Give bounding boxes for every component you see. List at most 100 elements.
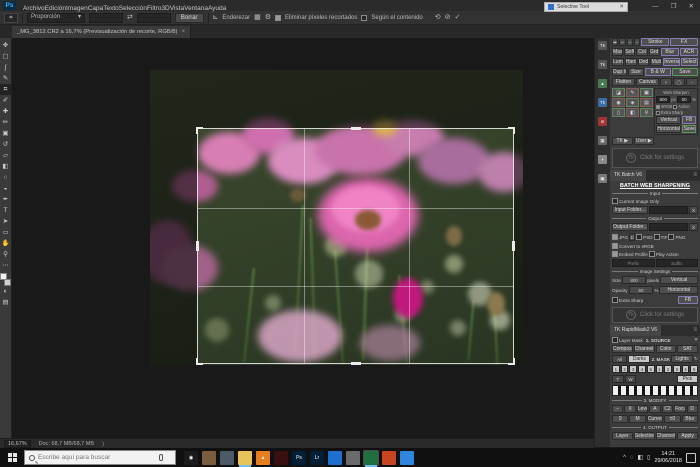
- mask-level-key[interactable]: 2: [621, 365, 629, 373]
- modify-button[interactable]: M: [629, 415, 645, 423]
- pen-tool[interactable]: ✒: [0, 194, 11, 205]
- darks-button[interactable]: Darks: [628, 355, 650, 363]
- commit-crop-icon[interactable]: ✓: [455, 13, 461, 23]
- mask-level-key[interactable]: 5: [690, 365, 698, 373]
- crop-handle-top[interactable]: [351, 127, 361, 130]
- mask-level-key[interactable]: 1: [612, 365, 620, 373]
- play-action-checkbox[interactable]: [649, 251, 655, 257]
- modify-button[interactable]: Focus: [674, 405, 685, 413]
- combo-action-button[interactable]: Mask: [612, 48, 623, 56]
- healing-brush-tool[interactable]: ✚: [0, 106, 11, 117]
- menu-item[interactable]: Selección: [119, 5, 147, 12]
- crop-tool-preset-icon[interactable]: ⌗: [4, 13, 18, 23]
- prefix-field[interactable]: Prefix: [612, 259, 655, 267]
- color-swatches[interactable]: [0, 273, 11, 286]
- delete-cropped-pixels-checkbox[interactable]: [275, 15, 281, 21]
- mask-output-button[interactable]: Apply: [677, 432, 698, 440]
- batch-vertical-button[interactable]: Vertical: [660, 276, 698, 284]
- srgb-checkbox[interactable]: [656, 105, 660, 109]
- batch-horizontal-button[interactable]: Horizontal: [659, 286, 698, 294]
- lasso-tool[interactable]: ʃ: [0, 62, 11, 73]
- blur-button[interactable]: Blur: [661, 48, 679, 56]
- zoom-tool[interactable]: ⚲: [0, 249, 11, 260]
- combo-action-button[interactable]: Grd: [649, 48, 660, 56]
- input-clear-button[interactable]: X: [689, 206, 698, 214]
- modify-button[interactable]: D: [687, 405, 698, 413]
- opacity-field[interactable]: 50: [629, 286, 654, 294]
- menu-item[interactable]: Archivo: [23, 5, 45, 12]
- move-tool[interactable]: ✥: [0, 40, 11, 51]
- tk-menu-button[interactable]: TK ▶: [612, 137, 633, 145]
- brush-tool[interactable]: ✏: [0, 117, 11, 128]
- input-folder-button[interactable]: Input Folder...: [612, 206, 648, 214]
- menu-item[interactable]: Imagen: [66, 5, 88, 12]
- tk-panel-icon-3[interactable]: Tk: [598, 98, 607, 107]
- taskbar-clock[interactable]: 14:21 29/06/2018: [654, 451, 682, 464]
- suffix-field[interactable]: Suffix: [656, 259, 699, 267]
- vignette-button[interactable]: +: [660, 78, 672, 86]
- combo-action-button[interactable]: Mult: [650, 58, 662, 66]
- close-button[interactable]: ✕: [688, 2, 693, 10]
- layer-action-icon[interactable]: ✎: [626, 88, 639, 97]
- current-image-only-checkbox[interactable]: [612, 198, 618, 204]
- gear-icon[interactable]: ⚙: [265, 13, 271, 23]
- panel-menu-icon[interactable]: ≡: [693, 170, 700, 181]
- layer-action-icon[interactable]: ◈: [626, 98, 639, 107]
- tab-tk-rapidmask[interactable]: TK RapidMask2 V6: [610, 325, 661, 336]
- menu-item[interactable]: Capa: [88, 5, 104, 12]
- screen-mode[interactable]: ▤: [0, 297, 11, 308]
- batch-fb-button[interactable]: FB: [678, 296, 698, 304]
- action-checkbox[interactable]: [673, 105, 677, 109]
- crop-handle-bottom-right[interactable]: [508, 358, 515, 365]
- refresh-icon[interactable]: ↻: [694, 356, 698, 362]
- mask-level-key[interactable]: 3: [673, 365, 681, 373]
- layer-action-icon[interactable]: ▤: [640, 98, 653, 107]
- content-aware-checkbox[interactable]: [361, 15, 367, 21]
- modify-button[interactable]: 9: [612, 415, 628, 423]
- modify-button[interactable]: A: [649, 405, 660, 413]
- flatten-button[interactable]: Flatten: [612, 78, 635, 86]
- tif-checkbox[interactable]: [654, 234, 660, 240]
- search-input[interactable]: [38, 454, 156, 461]
- cancel-crop-icon[interactable]: ⊘: [445, 13, 451, 23]
- hand-tool[interactable]: ✋: [0, 238, 11, 249]
- shape-tool[interactable]: ▭: [0, 227, 11, 238]
- source-button[interactable]: Channel: [634, 345, 655, 353]
- history-brush-tool[interactable]: ↺: [0, 139, 11, 150]
- layer-action-icon[interactable]: ▣: [640, 88, 653, 97]
- tk-panel-icon-2[interactable]: Tk: [598, 60, 607, 69]
- microphone-icon[interactable]: [159, 454, 163, 461]
- all-button[interactable]: All: [612, 355, 627, 363]
- png-checkbox[interactable]: [668, 234, 674, 240]
- taskbar-search[interactable]: [24, 450, 176, 465]
- source-button[interactable]: Composite: [612, 345, 633, 353]
- close-icon[interactable]: ×: [181, 29, 185, 35]
- modify-button[interactable]: C2: [662, 405, 673, 413]
- tray-battery-icon[interactable]: ▯: [647, 454, 650, 461]
- store-app[interactable]: ◉: [184, 451, 198, 465]
- settings-app[interactable]: [346, 451, 360, 465]
- save-button[interactable]: Save: [672, 68, 698, 76]
- menu-item[interactable]: Ayuda: [208, 5, 226, 12]
- menu-item[interactable]: 3D: [161, 5, 169, 12]
- crop-handle-top-right[interactable]: [508, 127, 515, 134]
- grid-panel-icon[interactable]: ▦: [598, 136, 607, 145]
- dodge-tool[interactable]: ◒: [0, 183, 11, 194]
- adjustment-icon[interactable]: ◗: [598, 155, 607, 164]
- type-tool[interactable]: T: [0, 205, 11, 216]
- layer-action-icon[interactable]: ◧: [626, 108, 639, 117]
- blur-tool[interactable]: ○: [0, 172, 11, 183]
- combo-settings-area[interactable]: Tk Click for settings: [612, 148, 698, 168]
- layer-action-icon[interactable]: ◪: [612, 88, 625, 97]
- menu-item[interactable]: Ventana: [184, 5, 208, 12]
- combo-action-button[interactable]: Soft: [624, 48, 635, 56]
- tk-image-icon[interactable]: ▲: [598, 79, 607, 88]
- bw-button[interactable]: B & W: [645, 68, 671, 76]
- convert-srgb-checkbox[interactable]: [612, 243, 618, 249]
- layer-action-icon[interactable]: ⚲: [640, 108, 653, 117]
- tab-tk-batch[interactable]: TK Batch V6: [610, 170, 646, 181]
- source-clear-icon[interactable]: ✕: [694, 337, 698, 343]
- modify-button[interactable]: Curves: [647, 415, 663, 423]
- status-arrow-icon[interactable]: 〉: [102, 440, 108, 448]
- vignette-button[interactable]: −: [686, 78, 698, 86]
